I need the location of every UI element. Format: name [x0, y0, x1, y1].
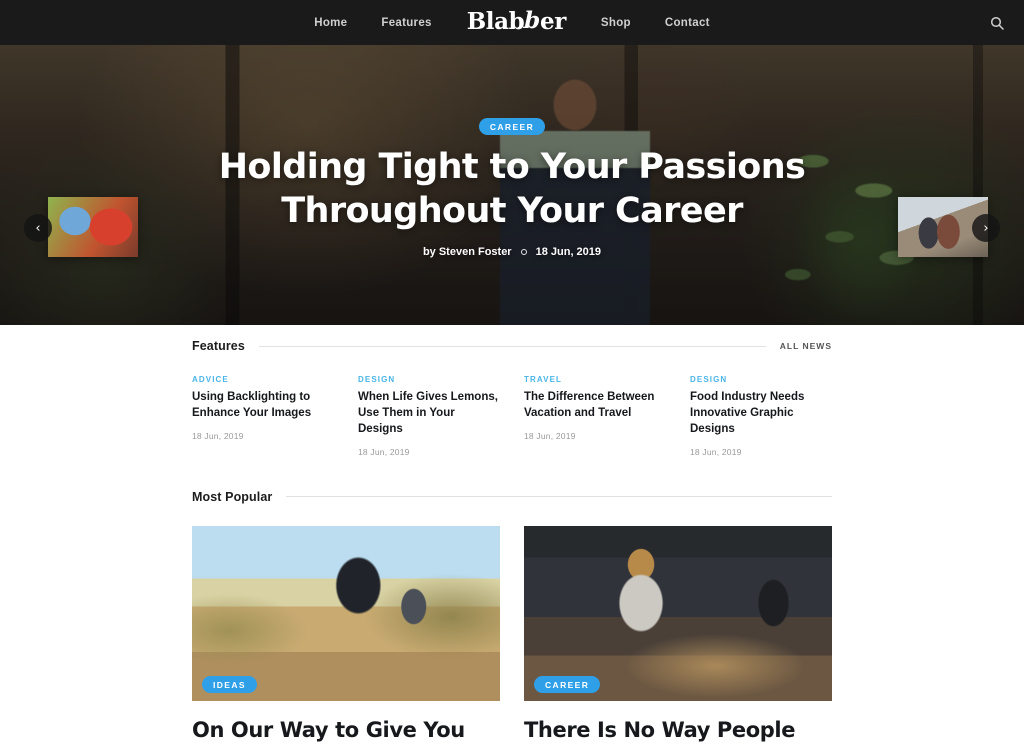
- feature-date: 18 Jun, 2019: [192, 430, 244, 441]
- features-grid: ADVICE Using Backlighting to Enhance You…: [192, 353, 832, 457]
- article-card: CAREER There Is No Way People Can Take T…: [524, 525, 832, 745]
- hero-content: CAREER Holding Tight to Your Passions Th…: [0, 45, 1024, 325]
- feature-category[interactable]: ADVICE: [192, 375, 334, 384]
- article-category-badge[interactable]: IDEAS: [202, 675, 257, 693]
- feature-title[interactable]: Food Industry Needs Innovative Graphic D…: [690, 390, 832, 438]
- section-divider: [286, 496, 832, 498]
- hero-date: 18 Jun, 2019: [535, 246, 602, 259]
- feature-title[interactable]: When Life Gives Lemons, Use Them in Your…: [358, 390, 500, 438]
- nav-item-shop[interactable]: Shop: [584, 17, 648, 29]
- all-news-link[interactable]: ALL NEWS: [780, 341, 832, 351]
- features-title: Features: [192, 339, 245, 353]
- features-section-header: Features ALL NEWS: [192, 325, 832, 353]
- article-category-badge[interactable]: CAREER: [534, 675, 601, 693]
- article-image-runners[interactable]: IDEAS: [192, 525, 500, 701]
- carousel-next-arrow-icon[interactable]: ›: [972, 214, 1000, 242]
- search-icon[interactable]: [984, 10, 1010, 36]
- feature-title[interactable]: The Difference Between Vacation and Trav…: [524, 390, 666, 422]
- nav-item-contact[interactable]: Contact: [648, 17, 727, 29]
- feature-item: ADVICE Using Backlighting to Enhance You…: [192, 375, 334, 457]
- article-title[interactable]: On Our Way to Give You the Best Ideas: [192, 718, 500, 745]
- article-title[interactable]: There Is No Way People Can Take This Awa…: [524, 718, 832, 745]
- main-content: Features ALL NEWS ADVICE Using Backlight…: [192, 325, 832, 745]
- site-header: Home Features Blabber Shop Contact: [0, 0, 1024, 45]
- feature-date: 18 Jun, 2019: [524, 430, 576, 441]
- site-logo[interactable]: Blabber: [449, 7, 584, 35]
- feature-category[interactable]: DESIGN: [690, 375, 832, 384]
- hero-author: by Steven Foster: [422, 246, 512, 259]
- popular-section-header: Most Popular: [192, 457, 832, 504]
- hero-title[interactable]: Holding Tight to Your Passions Throughou…: [219, 146, 806, 234]
- hero-title-line-2: Throughout Your Career: [281, 190, 743, 231]
- feature-title[interactable]: Using Backlighting to Enhance Your Image…: [192, 390, 334, 422]
- nav-item-home[interactable]: Home: [297, 17, 364, 29]
- hero-meta: by Steven Foster 18 Jun, 2019: [423, 246, 601, 258]
- article-card: IDEAS On Our Way to Give You the Best Id…: [192, 525, 500, 745]
- hero-slider: ‹ › CAREER Holding Tight to Your Passion…: [0, 45, 1024, 325]
- feature-date: 18 Jun, 2019: [690, 446, 742, 457]
- popular-cards: IDEAS On Our Way to Give You the Best Id…: [192, 504, 832, 745]
- feature-item: TRAVEL The Difference Between Vacation a…: [524, 375, 666, 457]
- meta-separator-dot-icon: [520, 249, 527, 256]
- hero-title-line-1: Holding Tight to Your Passions: [218, 146, 806, 187]
- carousel-thumb-prev[interactable]: [48, 197, 138, 257]
- hero-category-badge[interactable]: CAREER: [478, 117, 546, 135]
- feature-category[interactable]: TRAVEL: [524, 375, 666, 384]
- section-divider: [258, 345, 766, 347]
- feature-date: 18 Jun, 2019: [358, 446, 410, 457]
- popular-title: Most Popular: [192, 489, 273, 504]
- feature-item: DESIGN When Life Gives Lemons, Use Them …: [358, 375, 500, 457]
- article-image-workshop[interactable]: CAREER: [524, 525, 832, 701]
- nav-item-features[interactable]: Features: [364, 17, 448, 29]
- main-navigation: Home Features Blabber Shop Contact: [297, 7, 727, 36]
- carousel-prev-arrow-icon[interactable]: ‹: [24, 214, 52, 242]
- feature-item: DESIGN Food Industry Needs Innovative Gr…: [690, 375, 832, 457]
- logo-swash: b: [521, 7, 543, 34]
- feature-category[interactable]: DESIGN: [358, 375, 500, 384]
